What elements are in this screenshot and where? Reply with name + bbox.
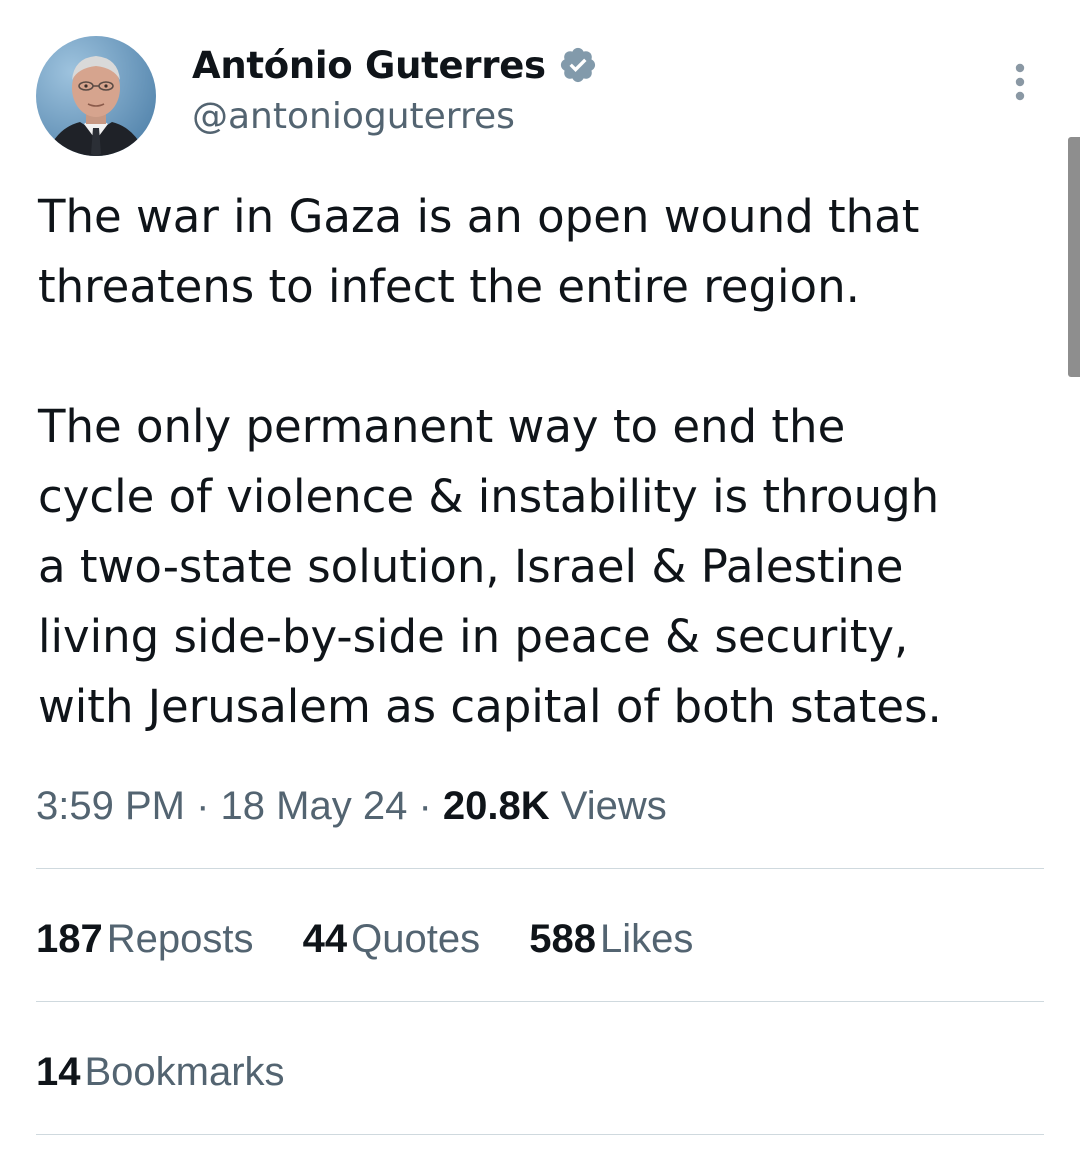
likes-label: Likes — [599, 917, 694, 961]
tweet-line: living side-by-side in peace & security, — [38, 610, 909, 663]
meta-separator: · — [196, 784, 210, 828]
meta-separator: · — [418, 784, 432, 828]
tweet-date[interactable]: 18 May 24 — [221, 784, 408, 828]
tweet-time[interactable]: 3:59 PM — [36, 784, 185, 828]
tweet-meta: 3:59 PM · 18 May 24 · 20.8K Views — [36, 780, 667, 832]
tweet-line: The war in Gaza is an open wound that — [38, 190, 920, 243]
tweet-line: threatens to infect the entire region. — [38, 260, 860, 313]
reposts-stat[interactable]: 187 Reposts — [36, 917, 254, 961]
author-display-name[interactable]: António Guterres — [192, 44, 546, 87]
tweet-line: The only permanent way to end the — [38, 400, 846, 453]
scrollbar-thumb[interactable] — [1068, 137, 1080, 377]
views-count: 20.8K — [442, 784, 550, 828]
profile-photo — [36, 36, 156, 156]
author-name-row[interactable]: António Guterres — [192, 42, 598, 88]
divider — [36, 1001, 1044, 1002]
tweet-line: with Jerusalem as capital of both states… — [38, 680, 942, 733]
divider — [36, 868, 1044, 869]
verified-badge-icon — [558, 45, 598, 85]
tweet-text: The war in Gaza is an open wound that th… — [38, 182, 1053, 742]
tweet-line: a two-state solution, Israel & Palestine — [38, 540, 904, 593]
quotes-label: Quotes — [351, 917, 481, 961]
bookmarks-label: Bookmarks — [84, 1050, 285, 1094]
likes-stat[interactable]: 588 Likes — [529, 917, 693, 961]
reposts-label: Reposts — [106, 917, 254, 961]
quotes-stat[interactable]: 44 Quotes — [303, 917, 480, 961]
likes-count: 588 — [529, 917, 596, 961]
more-vertical-icon[interactable] — [1006, 62, 1034, 102]
author-handle[interactable]: @antonioguterres — [192, 96, 515, 137]
engagement-stats: 187 Reposts 44 Quotes 588 Likes — [36, 913, 731, 965]
bookmarks-count: 14 — [36, 1050, 81, 1094]
views-label: Views — [560, 784, 667, 828]
reposts-count: 187 — [36, 917, 103, 961]
tweet-line: cycle of violence & instability is throu… — [38, 470, 940, 523]
divider — [36, 1134, 1044, 1135]
bookmarks-stat[interactable]: 14 Bookmarks — [36, 1046, 285, 1098]
avatar[interactable] — [36, 36, 156, 156]
quotes-count: 44 — [302, 917, 348, 961]
